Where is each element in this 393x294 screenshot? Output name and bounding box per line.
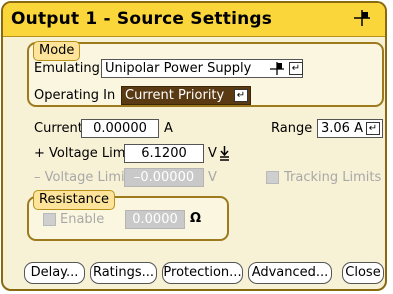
minus-voltage-label: – Voltage Limit [34,170,130,185]
tracking-limits-checkbox[interactable] [266,171,279,184]
dialog-title: Output 1 - Source Settings [11,9,273,29]
enter-key-icon[interactable]: ↵ [366,122,380,135]
resistance-unit: Ω [190,211,202,226]
mode-group-label: Mode [33,41,81,61]
enter-key-icon[interactable]: ↵ [234,89,248,102]
current-label: Current [34,121,83,136]
title-bar: Output 1 - Source Settings [3,3,385,37]
plus-voltage-unit: V [208,146,217,161]
current-value: 0.00000 [93,121,147,136]
resistance-group-label: Resistance [33,190,116,210]
ratings-button[interactable]: Ratings... [90,262,157,284]
plus-voltage-label: + Voltage Limit [34,146,135,161]
current-field[interactable]: 0.00000 [81,119,159,138]
operating-value: Current Priority [125,88,225,103]
quadrant-icon [354,10,370,26]
resistance-field: 0.0000 [125,210,185,229]
plus-voltage-value: 6.1200 [141,146,187,161]
protection-button[interactable]: Protection... [162,262,243,284]
resistance-value: 0.0000 [132,212,178,227]
current-unit: A [164,121,173,136]
range-label: Range [271,121,313,136]
tracking-limits-label: Tracking Limits [284,170,382,185]
quadrant-icon [270,62,284,75]
minus-voltage-unit: V [208,170,217,185]
resistance-enable-label: Enable [60,212,105,227]
delay-button[interactable]: Delay... [24,262,85,284]
emulating-value: Unipolar Power Supply [105,61,252,76]
minus-voltage-field: –0.00000 [124,168,204,187]
enter-key-icon[interactable]: ↵ [289,62,303,75]
advanced-button[interactable]: Advanced... [248,262,332,284]
operating-label: Operating In [34,88,116,103]
range-value: 3.06 A [321,121,363,136]
emulating-label: Emulating [34,61,100,76]
plus-voltage-field[interactable]: 6.1200 [124,144,204,163]
emulating-select[interactable]: Unipolar Power Supply [101,59,303,78]
sense-terminal-icon [220,146,229,161]
close-button[interactable]: Close [342,262,384,284]
minus-voltage-value: –0.00000 [133,170,195,185]
operating-select[interactable]: Current Priority [121,86,251,105]
resistance-enable-checkbox[interactable] [43,213,56,226]
source-settings-dialog: Output 1 - Source Settings Mode Emulatin… [1,1,387,291]
